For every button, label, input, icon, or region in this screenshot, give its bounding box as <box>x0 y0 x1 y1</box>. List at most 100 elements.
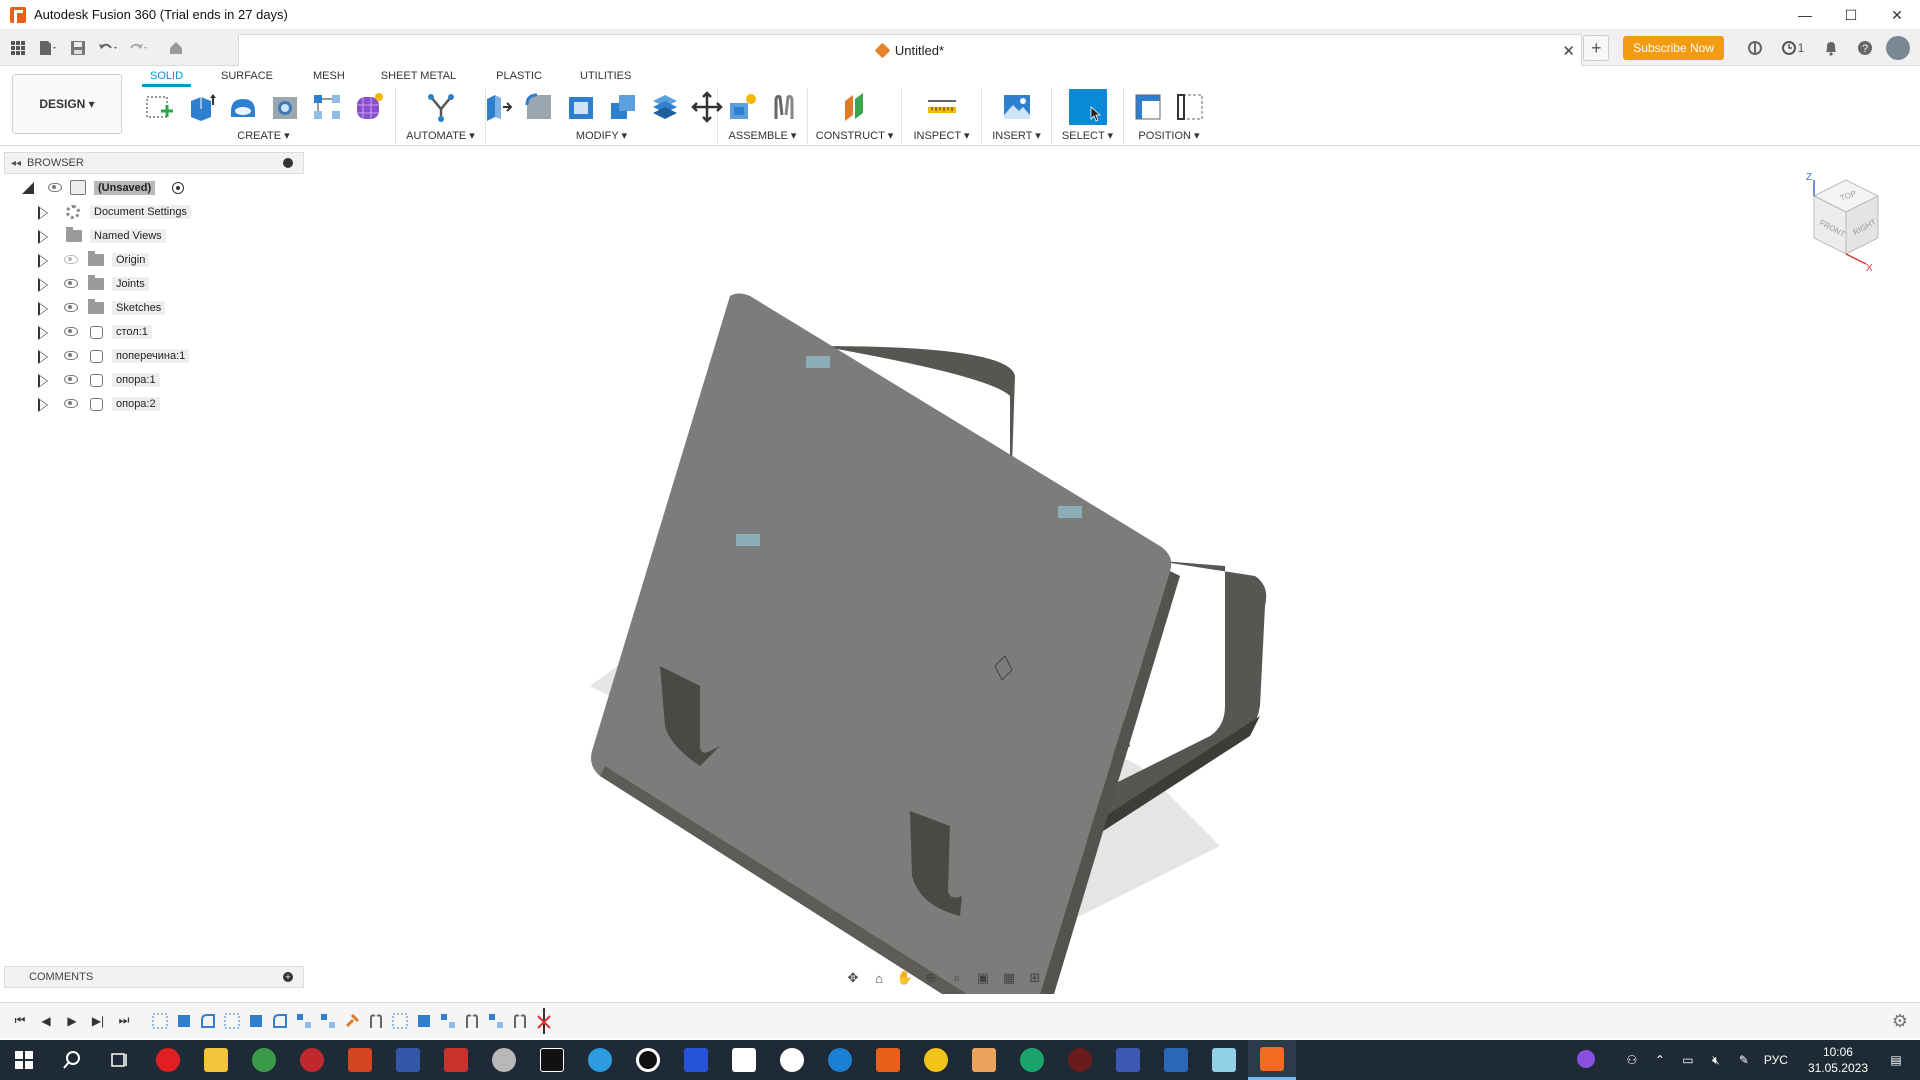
create-form-icon[interactable] <box>352 90 386 124</box>
pattern-icon[interactable] <box>310 90 344 124</box>
teal-app-icon[interactable] <box>1200 1040 1248 1080</box>
browser-item-document-settings[interactable]: Document Settings <box>4 200 304 224</box>
expand-triangle-icon[interactable] <box>38 326 48 340</box>
save-app-icon[interactable] <box>384 1040 432 1080</box>
visibility-eye-icon[interactable] <box>64 351 78 360</box>
sketch-app-icon[interactable] <box>960 1040 1008 1080</box>
people-icon[interactable]: ⚇ <box>1620 1053 1644 1067</box>
modify-group-label[interactable]: MODIFY ▾ <box>576 129 627 142</box>
file-explorer-icon[interactable] <box>192 1040 240 1080</box>
orbit-icon[interactable]: ✥ <box>842 968 864 988</box>
vpn-app-icon[interactable] <box>1152 1040 1200 1080</box>
browser-item-component[interactable]: стол:1 <box>4 320 304 344</box>
position-group-label[interactable]: POSITION ▾ <box>1138 129 1199 142</box>
timeline-extrude-icon[interactable] <box>173 1010 195 1032</box>
red-dark-app-icon[interactable] <box>1056 1040 1104 1080</box>
pen-icon[interactable]: ✎ <box>1732 1053 1756 1067</box>
root-visibility-eye-icon[interactable] <box>48 183 62 192</box>
yandex-icon[interactable] <box>768 1040 816 1080</box>
select-icon[interactable] <box>1068 89 1107 125</box>
search-icon[interactable] <box>48 1040 96 1080</box>
record-app-icon[interactable] <box>624 1040 672 1080</box>
data-panel-grid-icon[interactable] <box>6 36 30 60</box>
visibility-eye-off-icon[interactable] <box>64 255 78 264</box>
document-tab[interactable]: Untitled* ✕ <box>238 34 1582 66</box>
capture-position-icon[interactable] <box>1131 90 1165 124</box>
add-comment-icon[interactable]: + <box>283 972 293 982</box>
grid-settings-icon[interactable]: ▦ <box>998 968 1020 988</box>
red-info-app-icon[interactable] <box>288 1040 336 1080</box>
timeline-pin-icon[interactable] <box>341 1010 363 1032</box>
tab-solid[interactable]: SOLID <box>136 68 197 87</box>
timeline-play-icon[interactable]: ▶ <box>60 1009 84 1033</box>
action-center-icon[interactable]: ▤ <box>1884 1053 1908 1067</box>
extrude-icon[interactable] <box>184 90 218 124</box>
timeline-sketch-icon[interactable] <box>389 1010 411 1032</box>
timeline-step-forward-icon[interactable]: ▶| <box>86 1009 110 1033</box>
browser-item-joints[interactable]: Joints <box>4 272 304 296</box>
browser-item-sketches[interactable]: Sketches <box>4 296 304 320</box>
tab-sheet-metal[interactable]: SHEET METAL <box>367 68 470 87</box>
browser-item-origin[interactable]: Origin <box>4 248 304 272</box>
visibility-eye-icon[interactable] <box>64 303 78 312</box>
browser-root-row[interactable]: (Unsaved) <box>4 176 304 200</box>
automate-group-label[interactable]: AUTOMATE ▾ <box>406 129 475 142</box>
visibility-eye-icon[interactable] <box>64 327 78 336</box>
red-fx-app-icon[interactable] <box>432 1040 480 1080</box>
subscribe-now-button[interactable]: Subscribe Now <box>1623 36 1724 60</box>
tab-mesh[interactable]: MESH <box>299 68 359 87</box>
timeline-sketch-icon[interactable] <box>221 1010 243 1032</box>
timeline-extrude-icon[interactable] <box>245 1010 267 1032</box>
yandex-browser-icon[interactable] <box>144 1040 192 1080</box>
browser-item-component[interactable]: поперечина:1 <box>4 344 304 368</box>
network-icon[interactable]: ▭ <box>1676 1053 1700 1067</box>
timeline-pattern-icon[interactable] <box>317 1010 339 1032</box>
show-hidden-icons-chevron-icon[interactable]: ⌃ <box>1648 1053 1672 1067</box>
activate-component-radio-icon[interactable] <box>172 182 184 194</box>
viewcube[interactable]: Z X TOP FRONT RIGHT <box>1796 172 1896 274</box>
job-status-icon[interactable]: 1 <box>1776 35 1810 61</box>
browser-item-named-views[interactable]: Named Views <box>4 224 304 248</box>
taskbar-clock[interactable]: 10:06 31.05.2023 <box>1808 1044 1868 1076</box>
select-group-label[interactable]: SELECT ▾ <box>1062 129 1113 142</box>
keyboard-language[interactable]: РУС <box>1760 1053 1792 1067</box>
timeline-joint-icon[interactable] <box>461 1010 483 1032</box>
u-app-icon[interactable] <box>1008 1040 1056 1080</box>
tab-plastic[interactable]: PLASTIC <box>482 68 556 87</box>
expand-triangle-icon[interactable] <box>38 206 48 220</box>
expand-triangle-icon[interactable] <box>38 302 48 316</box>
help-icon[interactable]: ? <box>1852 35 1878 61</box>
xo-app-icon[interactable] <box>672 1040 720 1080</box>
redo-icon[interactable] <box>126 36 150 60</box>
shell-icon[interactable] <box>564 90 598 124</box>
minimize-button[interactable]: — <box>1782 0 1828 30</box>
radiation-app-icon[interactable] <box>912 1040 960 1080</box>
timeline-marker-icon[interactable] <box>533 1007 555 1034</box>
notifications-bell-icon[interactable] <box>1818 35 1844 61</box>
expand-triangle-icon[interactable] <box>38 350 48 364</box>
save-icon[interactable] <box>66 36 90 60</box>
expand-triangle-icon[interactable] <box>38 398 48 412</box>
timeline-sketch-icon[interactable] <box>149 1010 171 1032</box>
zoom-icon[interactable]: ⊕ <box>920 968 942 988</box>
hole-icon[interactable] <box>268 90 302 124</box>
extensions-icon[interactable] <box>1742 35 1768 61</box>
zoom-window-icon[interactable]: ⌕ <box>946 968 968 988</box>
combine-icon[interactable] <box>606 90 640 124</box>
revert-position-icon[interactable] <box>1173 90 1207 124</box>
create-group-label[interactable]: CREATE ▾ <box>237 129 289 142</box>
c-app-icon[interactable] <box>816 1040 864 1080</box>
edge-browser-icon[interactable] <box>576 1040 624 1080</box>
display-settings-icon[interactable]: ▣ <box>972 968 994 988</box>
joint-icon[interactable] <box>767 90 801 124</box>
new-component-icon[interactable] <box>725 90 759 124</box>
expand-triangle-icon[interactable] <box>38 230 48 244</box>
revolve-icon[interactable] <box>226 90 260 124</box>
timeline-go-to-start-icon[interactable]: ⏮ <box>8 1009 32 1033</box>
look-at-icon[interactable]: ⌂ <box>868 968 890 988</box>
browser-minimize-icon[interactable] <box>283 158 293 168</box>
timeline-pattern-icon[interactable] <box>293 1010 315 1032</box>
visibility-eye-icon[interactable] <box>64 399 78 408</box>
task-view-icon[interactable] <box>96 1040 144 1080</box>
root-expand-icon[interactable] <box>22 182 34 194</box>
